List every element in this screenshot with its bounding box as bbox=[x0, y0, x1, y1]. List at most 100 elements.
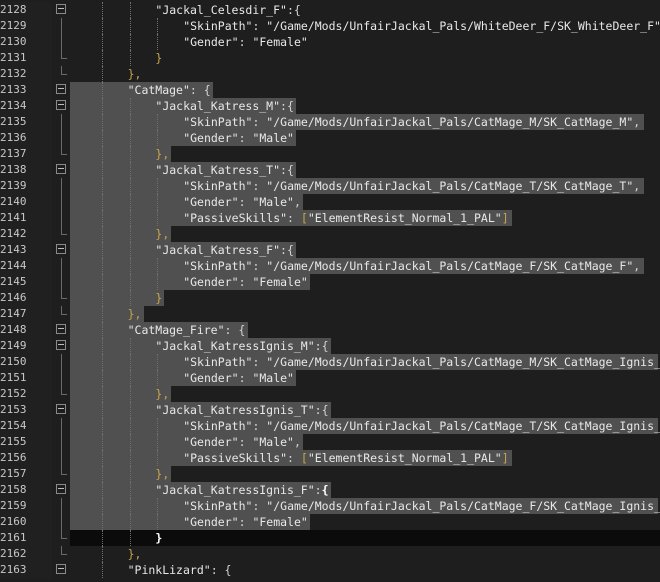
code-line[interactable]: 2148 "CatMage_Fire": { bbox=[0, 322, 660, 338]
code-line[interactable]: 2158 "Jackal_KatressIgnis_F":{ bbox=[0, 482, 660, 498]
string-token: "Male" bbox=[252, 371, 294, 385]
indent-guide bbox=[129, 210, 131, 226]
code-text[interactable]: "SkinPath": "/Game/Mods/UnfairJackal_Pal… bbox=[183, 354, 660, 370]
bracket-token: }, bbox=[155, 227, 170, 241]
code-line[interactable]: 2132}, bbox=[0, 66, 660, 82]
code-text[interactable]: "SkinPath": "/Game/Mods/UnfairJackal_Pal… bbox=[183, 178, 640, 194]
code-text[interactable]: "SkinPath": "/Game/Mods/UnfairJackal_Pal… bbox=[183, 18, 660, 34]
code-line[interactable]: 2163 "PinkLizard": { bbox=[0, 562, 660, 578]
fold-collapse-icon[interactable] bbox=[56, 564, 66, 574]
code-line[interactable]: 2155 "Gender": "Male", bbox=[0, 434, 660, 450]
fold-collapse-icon[interactable] bbox=[56, 404, 66, 414]
code-line[interactable]: 2136 "Gender": "Male" bbox=[0, 130, 660, 146]
code-text[interactable]: }, bbox=[155, 226, 169, 242]
code-text[interactable]: "SkinPath": "/Game/Mods/UnfairJackal_Pal… bbox=[183, 498, 660, 514]
code-line[interactable]: 2143 "Jackal_Katress_F":{ bbox=[0, 242, 660, 258]
code-text[interactable]: "Gender": "Male", bbox=[183, 434, 301, 450]
code-line[interactable]: 2131} bbox=[0, 50, 660, 66]
indent-guide bbox=[101, 178, 103, 194]
code-text[interactable]: "PassiveSkills": ["ElementResist_Normal_… bbox=[183, 450, 508, 466]
code-text[interactable]: "SkinPath": "/Game/Mods/UnfairJackal_Pal… bbox=[183, 114, 640, 130]
code-text[interactable]: "Gender": "Female" bbox=[183, 34, 308, 50]
fold-collapse-icon[interactable] bbox=[56, 4, 66, 14]
code-text[interactable]: "Gender": "Female" bbox=[183, 514, 308, 530]
code-line[interactable]: 2151 "Gender": "Male" bbox=[0, 370, 660, 386]
string-token: "Female" bbox=[252, 35, 308, 49]
code-text[interactable]: }, bbox=[155, 146, 169, 162]
code-line[interactable]: 2150 "SkinPath": "/Game/Mods/UnfairJackal… bbox=[0, 354, 660, 370]
code-text[interactable]: "CatMage_Fire": { bbox=[128, 322, 246, 338]
code-line[interactable]: 2149 "Jackal_KatressIgnis_M":{ bbox=[0, 338, 660, 354]
code-text[interactable]: "Jackal_KatressIgnis_T":{ bbox=[155, 402, 328, 418]
string-token: "SkinPath" bbox=[183, 355, 253, 369]
code-text[interactable]: "Gender": "Male" bbox=[183, 370, 294, 386]
code-line[interactable]: 2154 "SkinPath": "/Game/Mods/UnfairJackal… bbox=[0, 418, 660, 434]
string-token: "/Game/Mods/UnfairJackal_Pals/CatMage_T/… bbox=[266, 179, 634, 193]
fold-end-icon bbox=[61, 530, 67, 539]
code-line[interactable]: 2128 "Jackal_Celesdir_F":{ bbox=[0, 2, 660, 18]
string-token: "Jackal_Katress_F" bbox=[155, 243, 281, 257]
string-token: "Jackal_Katress_M" bbox=[155, 99, 281, 113]
code-line[interactable]: 2153 "Jackal_KatressIgnis_T":{ bbox=[0, 402, 660, 418]
code-line[interactable]: 2140 "Gender": "Male", bbox=[0, 194, 660, 210]
fold-collapse-icon[interactable] bbox=[56, 324, 66, 334]
code-line[interactable]: 2152}, bbox=[0, 386, 660, 402]
code-text[interactable]: }, bbox=[128, 66, 142, 82]
fold-collapse-icon[interactable] bbox=[56, 100, 66, 110]
code-text[interactable]: "Jackal_KatressIgnis_M":{ bbox=[155, 338, 328, 354]
code-line[interactable]: 2129 "SkinPath": "/Game/Mods/UnfairJackal… bbox=[0, 18, 660, 34]
fold-collapse-icon[interactable] bbox=[56, 484, 66, 494]
code-text[interactable]: "Jackal_Katress_T":{ bbox=[155, 162, 293, 178]
code-editor[interactable]: 2128 "Jackal_Celesdir_F":{2129 "SkinPath":… bbox=[0, 0, 660, 582]
fold-collapse-icon[interactable] bbox=[56, 340, 66, 350]
code-line[interactable]: 2137}, bbox=[0, 146, 660, 162]
code-line[interactable]: 2139 "SkinPath": "/Game/Mods/UnfairJackal… bbox=[0, 178, 660, 194]
code-text[interactable]: "SkinPath": "/Game/Mods/UnfairJackal_Pal… bbox=[183, 418, 660, 434]
code-text[interactable]: }, bbox=[128, 546, 142, 562]
string-token: "Gender" bbox=[183, 195, 239, 209]
fold-end-icon bbox=[61, 466, 67, 475]
code-text[interactable]: "Jackal_Katress_M":{ bbox=[155, 98, 293, 114]
code-text[interactable]: "CatMage": { bbox=[128, 82, 211, 98]
fold-collapse-icon[interactable] bbox=[56, 84, 66, 94]
code-line[interactable]: 2135 "SkinPath": "/Game/Mods/UnfairJackal… bbox=[0, 114, 660, 130]
fold-collapse-icon[interactable] bbox=[56, 164, 66, 174]
indent-guide bbox=[129, 34, 131, 50]
code-text[interactable]: }, bbox=[155, 386, 169, 402]
code-line[interactable]: 2157}, bbox=[0, 466, 660, 482]
code-line[interactable]: 2147}, bbox=[0, 306, 660, 322]
code-text[interactable]: }, bbox=[155, 466, 169, 482]
code-line[interactable]: 2156 "PassiveSkills": ["ElementResist_Nor… bbox=[0, 450, 660, 466]
code-text[interactable]: "Jackal_KatressIgnis_F":{ bbox=[155, 482, 328, 498]
code-text[interactable]: "Gender": "Male" bbox=[183, 130, 294, 146]
indent-guide bbox=[101, 482, 103, 498]
code-text[interactable]: "Jackal_Katress_F":{ bbox=[155, 242, 293, 258]
code-line[interactable]: 2146} bbox=[0, 290, 660, 306]
code-text[interactable]: "SkinPath": "/Game/Mods/UnfairJackal_Pal… bbox=[183, 258, 640, 274]
code-text[interactable]: "Jackal_Celesdir_F":{ bbox=[155, 2, 300, 18]
code-text[interactable]: } bbox=[155, 50, 162, 66]
code-line[interactable]: 2133 "CatMage": { bbox=[0, 82, 660, 98]
code-text[interactable]: }, bbox=[128, 306, 142, 322]
string-token: "Gender" bbox=[183, 131, 239, 145]
code-text[interactable]: "Gender": "Male", bbox=[183, 194, 301, 210]
code-line[interactable]: 2134 "Jackal_Katress_M":{ bbox=[0, 98, 660, 114]
code-line[interactable]: 2130 "Gender": "Female" bbox=[0, 34, 660, 50]
code-text[interactable]: "Gender": "Female" bbox=[183, 274, 308, 290]
code-line[interactable]: 2138 "Jackal_Katress_T":{ bbox=[0, 162, 660, 178]
code-line[interactable]: 2141 "PassiveSkills": ["ElementResist_Nor… bbox=[0, 210, 660, 226]
code-line[interactable]: 2144 "SkinPath": "/Game/Mods/UnfairJackal… bbox=[0, 258, 660, 274]
code-text[interactable]: "PassiveSkills": ["ElementResist_Normal_… bbox=[183, 210, 508, 226]
code-line[interactable]: 2145 "Gender": "Female" bbox=[0, 274, 660, 290]
fold-collapse-icon[interactable] bbox=[56, 244, 66, 254]
code-line[interactable]: 2142}, bbox=[0, 226, 660, 242]
code-text[interactable]: } bbox=[155, 290, 162, 306]
code-line[interactable]: 2162}, bbox=[0, 546, 660, 562]
indent-guide bbox=[129, 434, 131, 450]
code-text[interactable]: "PinkLizard": { bbox=[128, 562, 232, 578]
code-line[interactable]: 2160 "Gender": "Female" bbox=[0, 514, 660, 530]
code-text[interactable]: } bbox=[155, 530, 162, 546]
code-line[interactable]: 2161} bbox=[0, 530, 660, 546]
punctuation-token: : bbox=[238, 131, 253, 145]
code-line[interactable]: 2159 "SkinPath": "/Game/Mods/UnfairJackal… bbox=[0, 498, 660, 514]
